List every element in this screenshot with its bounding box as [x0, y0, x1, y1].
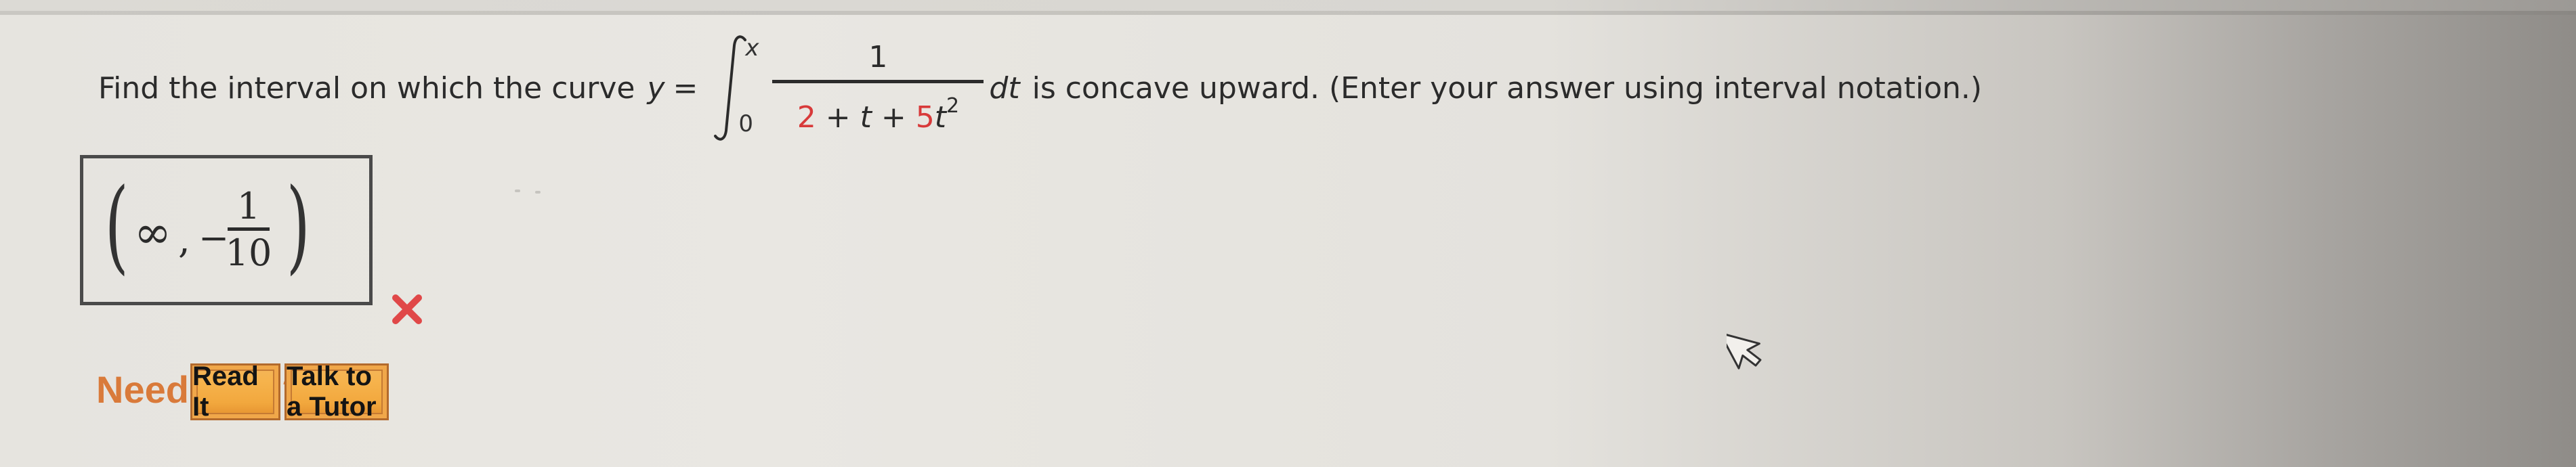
answer-comma: , — [178, 218, 190, 262]
answer-infinity: ∞ — [134, 206, 171, 259]
plus-operator: + — [871, 100, 916, 135]
answer-numerator: 1 — [236, 185, 261, 227]
question-suffix: is concave upward. (Enter your answer us… — [1032, 70, 1983, 106]
t-variable: t — [934, 100, 946, 135]
integrand-numerator: 1 — [868, 40, 888, 74]
answer-denominator: 10 — [225, 231, 272, 274]
answer-math: ( ∞ , − 1 10 ) — [97, 172, 361, 287]
top-divider — [0, 11, 2576, 15]
top-band — [0, 0, 2576, 11]
answer-fraction: 1 10 — [225, 185, 272, 275]
equals-sign: = — [673, 70, 698, 106]
randomized-coefficient: 5 — [915, 100, 935, 135]
screen-speck — [535, 191, 541, 194]
x-mark-icon — [392, 294, 422, 324]
plus-operator: + — [816, 100, 860, 135]
integral-lower-limit: 0 — [738, 110, 754, 137]
integral-sign: x 0 — [706, 30, 759, 146]
question-prefix: Find the interval on which the curve — [98, 70, 635, 106]
integrand-denominator: 2 + t + 5t2 — [797, 83, 959, 138]
differential: dt — [989, 70, 1020, 106]
mouse-cursor-icon — [1727, 332, 1762, 370]
y-variable: y — [647, 70, 665, 106]
screen-speck — [515, 190, 520, 192]
answer-left-paren: ( — [104, 167, 129, 285]
question-text: Find the interval on which the curve y =… — [98, 27, 1982, 149]
randomized-constant: 2 — [797, 100, 816, 135]
answer-minus: − — [198, 217, 230, 259]
answer-right-paren: ) — [286, 167, 310, 285]
integral-upper-limit: x — [745, 35, 759, 62]
exponent: 2 — [946, 94, 960, 118]
integrand-fraction: 1 2 + t + 5t2 — [772, 38, 984, 138]
talk-to-tutor-button[interactable]: Talk to a Tutor — [284, 361, 389, 422]
answer-input[interactable]: ( ∞ , − 1 10 ) — [80, 155, 373, 305]
read-it-button[interactable]: Read It — [190, 361, 280, 422]
t-variable: t — [860, 100, 872, 135]
